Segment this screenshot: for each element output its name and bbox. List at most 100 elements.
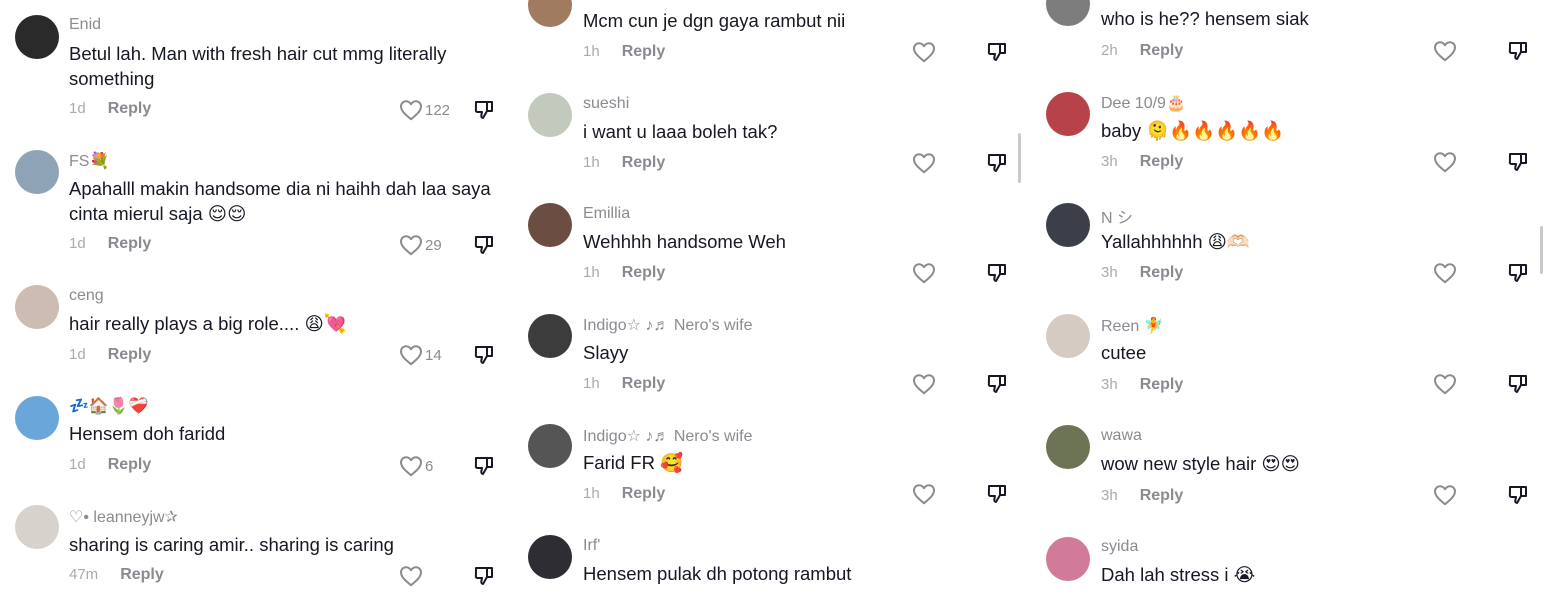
reply-button[interactable]: Reply xyxy=(1140,42,1184,60)
comments-column-3: who is he?? hensem siak 2h Reply Dee 10/9… xyxy=(1035,0,1548,601)
avatar[interactable] xyxy=(528,424,572,468)
dislike-button[interactable] xyxy=(986,373,1008,395)
comment-username[interactable]: sueshi xyxy=(583,95,629,113)
comment-text: Yallahhhhhh 😩🫶🏻 xyxy=(1101,231,1250,252)
dislike-button[interactable] xyxy=(1507,151,1529,173)
avatar[interactable] xyxy=(528,0,572,27)
reply-button[interactable]: Reply xyxy=(622,154,666,172)
reply-button[interactable]: Reply xyxy=(108,456,152,474)
like-button[interactable] xyxy=(1433,484,1457,506)
like-button[interactable]: 14 xyxy=(399,344,442,366)
dislike-button[interactable] xyxy=(986,262,1008,284)
comment-text: baby 🫠🔥🔥🔥🔥🔥 xyxy=(1101,120,1285,141)
avatar[interactable] xyxy=(1046,203,1090,247)
reply-button[interactable]: Reply xyxy=(108,235,152,253)
like-button[interactable] xyxy=(912,483,936,505)
like-button[interactable] xyxy=(912,373,936,395)
like-button[interactable] xyxy=(399,565,423,587)
comment-username[interactable]: ♡• leanneyjw✰ xyxy=(69,507,178,527)
avatar[interactable] xyxy=(15,150,59,194)
reply-button[interactable]: Reply xyxy=(1140,153,1184,171)
reply-button[interactable]: Reply xyxy=(120,566,164,584)
avatar[interactable] xyxy=(1046,0,1090,26)
dislike-button[interactable] xyxy=(986,152,1008,174)
heart-icon xyxy=(912,41,936,63)
comment-username[interactable]: N シ xyxy=(1101,204,1133,228)
comment-username[interactable]: Emillia xyxy=(583,205,630,223)
comment-text: Wehhhh handsome Weh xyxy=(583,231,786,252)
avatar[interactable] xyxy=(528,535,572,579)
dislike-button[interactable] xyxy=(1507,373,1529,395)
dislike-button[interactable] xyxy=(1507,484,1529,506)
comment-meta: 3h Reply xyxy=(1101,264,1183,282)
comment-username[interactable]: Dee 10/9🎂 xyxy=(1101,93,1186,113)
comment-text: Slayy xyxy=(583,342,629,363)
comment-time: 3h xyxy=(1101,487,1118,504)
comment-meta: 3h Reply xyxy=(1101,376,1183,394)
reply-button[interactable]: Reply xyxy=(622,485,666,503)
heart-icon xyxy=(912,262,936,284)
dislike-button[interactable] xyxy=(1507,262,1529,284)
dislike-button[interactable] xyxy=(1507,40,1529,62)
like-button[interactable] xyxy=(912,262,936,284)
comment-username[interactable]: Indigo☆ ♪♬ Nero's wife xyxy=(583,315,752,335)
dislike-button[interactable] xyxy=(473,565,495,587)
avatar[interactable] xyxy=(1046,92,1090,136)
comment-text: i want u laaa boleh tak? xyxy=(583,121,778,142)
reply-button[interactable]: Reply xyxy=(108,346,152,364)
reply-button[interactable]: Reply xyxy=(1140,264,1184,282)
like-button[interactable]: 29 xyxy=(399,234,442,256)
scrollbar-thumb[interactable] xyxy=(1018,133,1021,183)
thumbs-down-icon xyxy=(473,565,495,587)
avatar[interactable] xyxy=(15,505,59,549)
comment-username[interactable]: FS💐 xyxy=(69,151,109,171)
like-button[interactable] xyxy=(1433,151,1457,173)
comment-username[interactable]: wawa xyxy=(1101,427,1142,445)
like-button[interactable] xyxy=(912,41,936,63)
avatar[interactable] xyxy=(1046,537,1090,581)
avatar[interactable] xyxy=(528,314,572,358)
comment-meta: 3h Reply xyxy=(1101,153,1183,171)
comment-meta: 1d Reply xyxy=(69,346,151,364)
reply-button[interactable]: Reply xyxy=(1140,376,1184,394)
like-button[interactable] xyxy=(1433,40,1457,62)
avatar[interactable] xyxy=(1046,425,1090,469)
heart-icon xyxy=(1433,262,1457,284)
like-count: 122 xyxy=(425,101,451,119)
dislike-button[interactable] xyxy=(473,455,495,477)
dislike-button[interactable] xyxy=(986,483,1008,505)
heart-icon xyxy=(912,373,936,395)
comment-username[interactable]: 💤🏠🌷❤️‍🩹 xyxy=(69,396,149,416)
avatar[interactable] xyxy=(15,396,59,440)
comment-meta: 1d Reply xyxy=(69,235,151,253)
like-button[interactable] xyxy=(912,152,936,174)
like-button[interactable] xyxy=(1433,373,1457,395)
reply-button[interactable]: Reply xyxy=(622,264,666,282)
dislike-button[interactable] xyxy=(986,41,1008,63)
avatar[interactable] xyxy=(15,15,59,59)
comment-username[interactable]: Indigo☆ ♪♬ Nero's wife xyxy=(583,426,752,446)
avatar[interactable] xyxy=(528,203,572,247)
dislike-button[interactable] xyxy=(473,99,495,121)
comment-username[interactable]: syida xyxy=(1101,538,1138,556)
comment-username[interactable]: ceng xyxy=(69,287,104,305)
thumbs-down-icon xyxy=(986,262,1008,284)
comment-username[interactable]: Enid xyxy=(69,16,101,34)
avatar[interactable] xyxy=(15,285,59,329)
reply-button[interactable]: Reply xyxy=(1140,487,1184,505)
dislike-button[interactable] xyxy=(473,344,495,366)
like-button[interactable]: 6 xyxy=(399,455,433,477)
reply-button[interactable]: Reply xyxy=(622,375,666,393)
reply-button[interactable]: Reply xyxy=(622,43,666,61)
dislike-button[interactable] xyxy=(473,234,495,256)
like-button[interactable]: 122 xyxy=(399,99,450,121)
comment-username[interactable]: Irf' xyxy=(583,537,600,555)
like-button[interactable] xyxy=(1433,262,1457,284)
avatar[interactable] xyxy=(528,93,572,137)
heart-icon xyxy=(1433,151,1457,173)
comment-meta: 1h Reply xyxy=(583,43,665,61)
avatar[interactable] xyxy=(1046,314,1090,358)
comment-username[interactable]: Reen 🧚 xyxy=(1101,316,1164,336)
reply-button[interactable]: Reply xyxy=(108,100,152,118)
scrollbar-thumb[interactable] xyxy=(1540,226,1543,274)
